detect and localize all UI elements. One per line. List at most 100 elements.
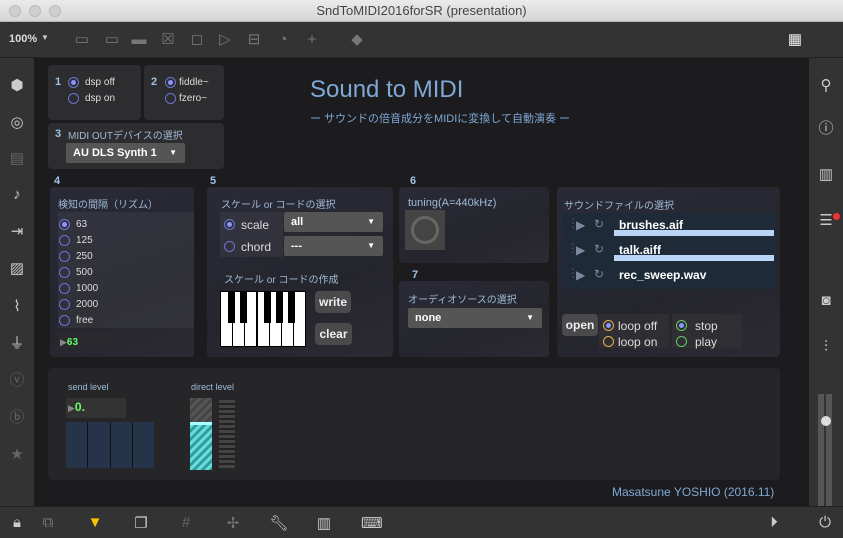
search-icon[interactable]: ⚲ <box>817 77 835 95</box>
play-circle-icon[interactable]: ⏵ <box>764 514 784 532</box>
black-key[interactable] <box>240 292 247 323</box>
open-button[interactable]: open <box>562 314 598 336</box>
play-icon[interactable]: ▷ <box>216 31 234 49</box>
wrench-icon[interactable]: 🔧︎ <box>269 514 289 532</box>
write-button[interactable]: write <box>315 291 351 313</box>
piano-icon[interactable]: ▥ <box>314 514 334 532</box>
step-number: 2 <box>151 76 158 88</box>
slider-icon[interactable]: ⊟ <box>245 31 263 49</box>
scale-radio[interactable]: scale <box>224 216 269 234</box>
grid-icon[interactable]: ▦ <box>786 31 804 49</box>
black-key[interactable] <box>288 292 295 323</box>
mixer-icon[interactable]: ⫶ <box>817 338 835 356</box>
playlist-item[interactable]: ⋮ ▶ ↻ rec_sweep.wav <box>562 263 776 288</box>
image-icon[interactable]: ▨ <box>8 260 26 278</box>
chord-radio[interactable]: chord <box>224 238 271 256</box>
toggle-icon[interactable]: ◻ <box>188 31 206 49</box>
send-level-slider[interactable] <box>66 422 154 468</box>
zoom-level[interactable]: 100% <box>9 33 37 45</box>
presentation-icon[interactable]: ⧉ <box>38 514 58 532</box>
playlist[interactable]: ⋮ ▶ ↻ brushes.aif ⋮ ▶ ↻ talk.aiff ⋮ ▶ ↻ rec_sweep.w… <box>562 213 776 289</box>
toolbar: 100% ▼ ▭ ▭ ▬ ☒ ◻ ▷ ⊟ ◔ + ◆ ▦ <box>0 22 843 58</box>
dsp-on-radio[interactable]: dsp on <box>68 90 115 108</box>
dial-icon[interactable]: ◔ <box>274 31 292 49</box>
note-icon[interactable]: ♪ <box>8 186 26 204</box>
playlist-item[interactable]: ⋮ ▶ ↻ talk.aiff <box>562 238 776 263</box>
beat-icon[interactable]: ⓑ <box>8 409 26 427</box>
windows-icon[interactable]: ❐ <box>131 514 151 532</box>
step-number: 1 <box>55 76 62 88</box>
rhythm-number-box[interactable]: ▶63 <box>58 332 114 348</box>
info-icon[interactable]: ⓘ <box>817 120 835 138</box>
grid-icon[interactable]: # <box>176 514 196 532</box>
chevron-down-icon: ▼ <box>367 217 375 226</box>
message-icon[interactable]: ▭ <box>103 31 121 49</box>
paperclip-icon[interactable]: ⌇ <box>8 298 26 316</box>
zoom-button[interactable] <box>49 5 61 17</box>
black-key[interactable] <box>228 292 235 323</box>
add-icon[interactable]: + <box>303 31 321 49</box>
camera-icon[interactable]: ◙ <box>817 292 835 310</box>
chord-menu[interactable]: --- ▼ <box>284 236 383 256</box>
target-icon[interactable]: ◎ <box>8 114 26 132</box>
audio-source-menu[interactable]: none ▼ <box>408 308 542 328</box>
volume-slider[interactable] <box>826 394 832 506</box>
piano-keyboard[interactable] <box>220 291 306 347</box>
white-key[interactable] <box>294 292 306 346</box>
power-icon[interactable]: ⏻ <box>815 514 835 532</box>
presentation-mode-icon[interactable]: ▼ <box>85 514 105 532</box>
play-icon: ▶ <box>576 268 586 282</box>
direct-level-label: direct level <box>191 382 235 392</box>
rhythm-panel: 検知の間隔（リズム） 63 125 250 500 1000 2000 free ▶63 <box>50 187 194 357</box>
vimeo-icon[interactable]: ⓥ <box>8 372 26 390</box>
scale-menu[interactable]: all ▼ <box>284 212 383 232</box>
midi-out-label: MIDI OUTデバイスの選択 <box>68 131 183 142</box>
sequence-icon[interactable]: ⇥ <box>8 223 26 241</box>
step-number: 3 <box>55 128 62 140</box>
cube-icon[interactable]: ⬢ <box>8 77 26 95</box>
audio-source-label: オーディオソースの選択 <box>408 295 517 306</box>
dsp-panel: 1 dsp off dsp on <box>48 65 141 120</box>
white-key[interactable] <box>245 292 257 346</box>
fzero-radio[interactable]: fzero~ <box>165 90 207 108</box>
tuning-panel: tuning(A=440kHz) <box>399 187 549 263</box>
book-icon[interactable]: ▥ <box>817 166 835 184</box>
lock-icon[interactable]: 🔒︎ <box>7 514 27 532</box>
black-key[interactable] <box>264 292 271 323</box>
direct-level-slider[interactable] <box>190 398 212 470</box>
black-key[interactable] <box>276 292 283 323</box>
plug-icon[interactable]: ⏚ <box>8 335 26 353</box>
window-title: SndToMIDI2016forSR (presentation) <box>316 3 527 18</box>
button-icon[interactable]: ☒ <box>159 31 177 49</box>
snap-icon[interactable]: ✢ <box>223 514 243 532</box>
play-icon: ▶ <box>576 218 586 232</box>
loop-icon: ↻ <box>594 242 605 256</box>
keyboard-icon[interactable]: ⌨ <box>361 514 383 532</box>
midi-out-menu[interactable]: AU DLS Synth 1 ▼ <box>66 143 185 163</box>
chevron-down-icon: ▼ <box>169 148 177 157</box>
clear-button[interactable]: clear <box>315 323 352 345</box>
play-radio[interactable]: play <box>676 333 717 351</box>
chevron-down-icon[interactable]: ▼ <box>41 33 49 42</box>
credit: Masatsune YOSHIO (2016.11) <box>612 485 775 499</box>
keyboard-icon[interactable]: ▤ <box>8 150 26 168</box>
loop-on-radio[interactable]: loop on <box>603 333 657 351</box>
volume-knob[interactable] <box>821 416 831 426</box>
comment-icon[interactable]: ▬ <box>130 31 148 49</box>
paint-bucket-icon[interactable]: ◆ <box>348 31 366 49</box>
close-button[interactable] <box>9 5 21 17</box>
send-level-number[interactable]: ▶0. <box>66 398 126 418</box>
tuning-dial[interactable] <box>405 210 445 250</box>
star-icon[interactable]: ★ <box>8 446 26 464</box>
direct-level-meter <box>219 400 235 468</box>
playlist-item[interactable]: ⋮ ▶ ↻ brushes.aif <box>562 213 776 238</box>
rhythm-radio-free[interactable]: free <box>59 312 93 330</box>
minimize-button[interactable] <box>29 5 41 17</box>
audio-source-panel: オーディオソースの選択 none ▼ <box>399 281 549 357</box>
scale-panel: スケール or コードの選択 scale chord all ▼ --- ▼ スケー… <box>207 187 393 357</box>
play-icon: ▶ <box>576 243 586 257</box>
chevron-down-icon: ▼ <box>526 313 534 322</box>
midi-out-panel: 3 MIDI OUTデバイスの選択 AU DLS Synth 1 ▼ <box>48 123 224 169</box>
page-title: Sound to MIDI <box>310 76 464 103</box>
object-box-icon[interactable]: ▭ <box>73 31 91 49</box>
